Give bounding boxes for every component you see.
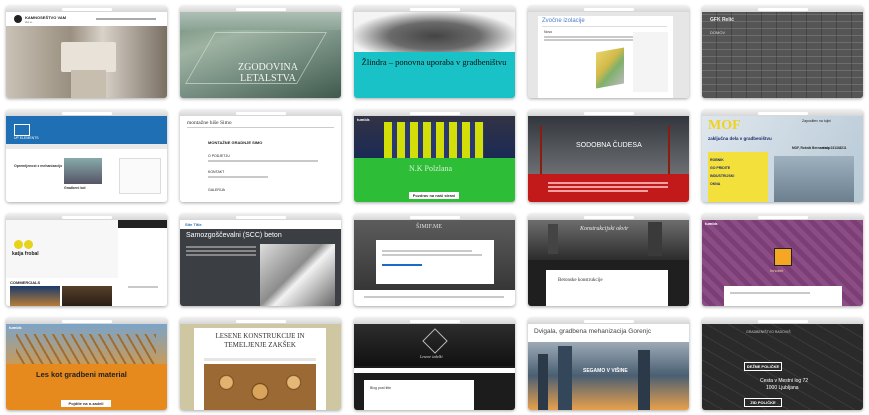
address-line-2: 1000 Ljubljana: [766, 385, 799, 391]
thumbnail-title: ŠIMIF.ME: [416, 224, 443, 230]
bullet-4: OKNA: [710, 182, 721, 186]
thumbnail-kamnosestvo[interactable]: KAMNOSEŠTVO VAM d.o.o.: [6, 6, 167, 98]
thumbnail-sodobna-cudesa[interactable]: SODOBNA ČUDESA: [528, 110, 689, 202]
heading-4: GALERIJA: [208, 188, 225, 192]
thumbnail-up-elements[interactable]: UP ELEMENTS Opremljenost z mehanizacijo …: [6, 110, 167, 202]
thumbnail-title: Samozgoščevalni (SCC) beton: [186, 232, 282, 239]
thumbnail-konstrukcijski-okvir[interactable]: Konstrukcijski okvir Betonske konstrukci…: [528, 214, 689, 306]
tumblr-logo: tumblr.: [705, 221, 719, 226]
thumbnail-zvocne-izolacije[interactable]: Zvočne izolacije Novo: [528, 6, 689, 98]
thumbnail-scc-beton[interactable]: Site Title Samozgoščevalni (SCC) beton: [180, 214, 341, 306]
site-sub: d.o.o.: [25, 20, 33, 24]
thumbnail-title: katja frobal: [12, 251, 39, 257]
thumbnail-title: MOF: [708, 118, 741, 133]
mobile: mob: 031348211: [822, 146, 847, 150]
thumbnail-zlindra[interactable]: Žlindra – ponovna uporaba v gradbeništvu: [354, 6, 515, 98]
heading-1: MONTAŽNE GRADNJE SIMO: [208, 140, 263, 145]
tumblr-logo: tumblr.: [9, 325, 23, 330]
thumbnail-mof[interactable]: MOF Zaposlitev na tujini zaključna dela …: [702, 110, 863, 202]
site-title: Site Title: [185, 222, 202, 227]
thumbnail-title: ZGODOVINA LETALSTVA: [238, 62, 298, 84]
primary-button[interactable]: DEŽNE POLIČKE: [744, 362, 782, 371]
bullet-3: INDUSTRIJSKI: [710, 174, 735, 178]
section-label: COMMERCIALS: [10, 280, 41, 285]
thumbnail-nk-polzlana[interactable]: tumblr. N.K Polzlana Pozdrav na naši str…: [354, 110, 515, 202]
thumbnail-les-kot-gradbeni-material[interactable]: tumblr. Les kot gradbeni material Pojdit…: [6, 318, 167, 410]
thumbnail-sub: Novo: [544, 30, 553, 34]
post-title: Blog post title: [370, 386, 392, 390]
thumbnail-title: Zvočne izolacije: [542, 18, 585, 24]
thumbnail-title: LESENE KONSTRUKCIJE IN TEMELJENJE ZAKŠEK: [215, 332, 305, 349]
thumbnail-title: GFK Relić: [710, 17, 734, 23]
thumbnail-montazne-hise[interactable]: montažne hiše Simo MONTAŽNE GRADNJE SIMO…: [180, 110, 341, 202]
thumbnail-lesene-konstrukcije[interactable]: LESENE KONSTRUKCIJE IN TEMELJENJE ZAKŠEK: [180, 318, 341, 410]
thumbnail-lesene-izdelki[interactable]: Lesene izdelki Blog post title: [354, 318, 515, 410]
heading-3: KONTAKT: [208, 170, 225, 174]
secondary-button[interactable]: ZID POLIČKE: [744, 398, 782, 407]
tumblr-logo: tumblr.: [357, 117, 371, 122]
thumbnail-gfk-relic[interactable]: GFK Relić DOMOV: [702, 6, 863, 98]
post-title-2: Gradbeni kot: [64, 186, 86, 190]
thumbnail-simif[interactable]: ŠIMIF.ME: [354, 214, 515, 306]
bullet-1: ROBNIK: [710, 158, 724, 162]
thumbnail-title: Innobet: [770, 268, 784, 273]
thumbnail-title: Dvigala, gradbena mehanizacija Gorenjc: [534, 328, 652, 335]
thumbnail-grid: KAMNOSEŠTVO VAM d.o.o. ZGODOVINA LETALSTV…: [6, 6, 863, 410]
post-title: Opremljenost z mehanizacijo: [14, 164, 63, 168]
tagline: SEGAMO V VIŠINE: [583, 368, 628, 374]
heading-2: O PODJETJU: [208, 154, 230, 158]
thumbnail-title: Les kot gradbeni material: [36, 370, 127, 379]
address-line-1: Cesta v Mestni log 72: [760, 378, 809, 384]
tagline: zaključna dela v gradbeništvu: [708, 136, 772, 141]
thumbnail-title: Lesene izdelki: [420, 354, 443, 359]
bullet-2: GO PRIDITE: [710, 166, 731, 170]
thumbnail-dvigala-gorenjc[interactable]: Dvigala, gradbena mehanizacija Gorenjc S…: [528, 318, 689, 410]
thumbnail-title: montažne hiše Simo: [187, 120, 232, 126]
thumbnail-title: Žlindra – ponovna uporaba v gradbeništvu: [361, 57, 507, 67]
post-title: Betonske konstrukcije: [558, 278, 603, 283]
thumbnail-title: Konstrukcijski okvir: [580, 226, 629, 232]
cta-button[interactable]: Pojdite na n.zadeli: [61, 400, 111, 407]
thumbnail-title: UP ELEMENTS: [14, 136, 39, 140]
thumbnail-title: N.K Polzlana: [409, 164, 453, 173]
thumbnail-gradbenistvo[interactable]: GRADBENIŠTVO RADOVIŠ DEŽNE POLIČKE Cesta…: [702, 318, 863, 410]
thumbnail-title: GRADBENIŠTVO RADOVIŠ: [746, 330, 791, 334]
job-abroad: Zaposlitev na tujini: [802, 119, 831, 123]
thumbnail-katja-frobal[interactable]: katja frobal COMMERCIALS: [6, 214, 167, 306]
thumbnail-innobet[interactable]: tumblr. Innobet: [702, 214, 863, 306]
thumbnail-sub: DOMOV: [710, 30, 726, 35]
cta-button[interactable]: Pozdrav na naši strani: [409, 192, 459, 199]
thumbnail-zgodovina-letalstva[interactable]: ZGODOVINA LETALSTVA: [180, 6, 341, 98]
thumbnail-title: SODOBNA ČUDESA: [576, 142, 642, 149]
